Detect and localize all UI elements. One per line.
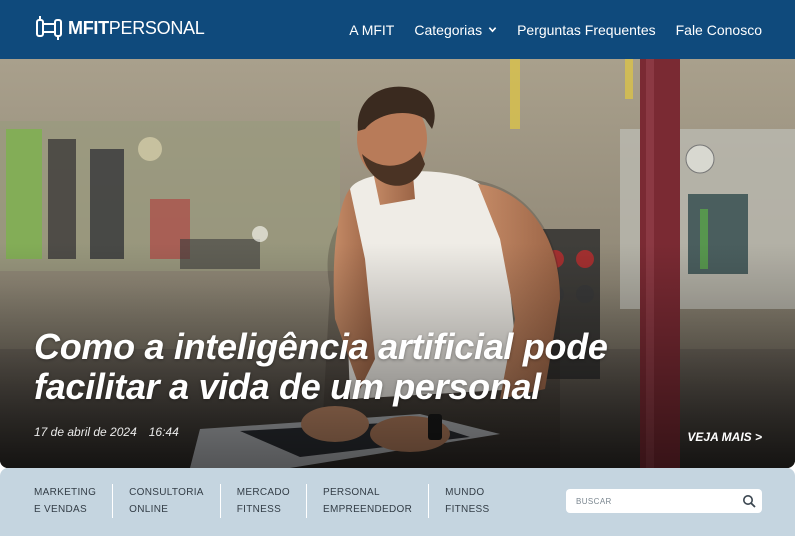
read-more-link[interactable]: VEJA MAIS > [687, 430, 762, 444]
search-icon[interactable] [742, 494, 756, 508]
hero-title[interactable]: Como a inteligência artificial pode faci… [34, 327, 674, 407]
logo[interactable]: MFITPERSONAL [36, 14, 205, 42]
post-meta: 17 de abril de 2024 16:44 [34, 425, 179, 439]
search-box [566, 489, 762, 513]
nav-item-a-mfit[interactable]: A MFIT [349, 22, 394, 38]
category-bar: MARKETING E VENDAS CONSULTORIA ONLINE ME… [0, 468, 795, 536]
dumbbell-logo-icon [36, 16, 62, 40]
post-time: 16:44 [148, 425, 179, 439]
nav-item-categorias[interactable]: Categorias [414, 22, 497, 38]
main-nav: A MFIT Categorias Perguntas Frequentes F… [349, 0, 762, 59]
category-mercado-fitness[interactable]: MERCADO FITNESS [219, 484, 306, 518]
hero-banner[interactable]: Como a inteligência artificial pode faci… [0, 59, 795, 468]
chevron-down-icon [488, 27, 497, 33]
category-personal-empreendedor[interactable]: PERSONAL EMPREENDEDOR [305, 484, 428, 518]
site-header: MFITPERSONAL A MFIT Categorias Perguntas… [0, 0, 795, 59]
category-mundo-fitness[interactable]: MUNDO FITNESS [428, 484, 505, 518]
nav-item-perguntas-frequentes[interactable]: Perguntas Frequentes [517, 22, 656, 38]
post-date: 17 de abril de 2024 [34, 425, 137, 439]
nav-item-fale-conosco[interactable]: Fale Conosco [676, 22, 762, 38]
logo-text: MFITPERSONAL [68, 17, 205, 38]
category-list: MARKETING E VENDAS CONSULTORIA ONLINE ME… [18, 484, 505, 518]
category-marketing-e-vendas[interactable]: MARKETING E VENDAS [18, 484, 112, 518]
category-consultoria-online[interactable]: CONSULTORIA ONLINE [112, 484, 220, 518]
search-input[interactable] [566, 490, 736, 512]
